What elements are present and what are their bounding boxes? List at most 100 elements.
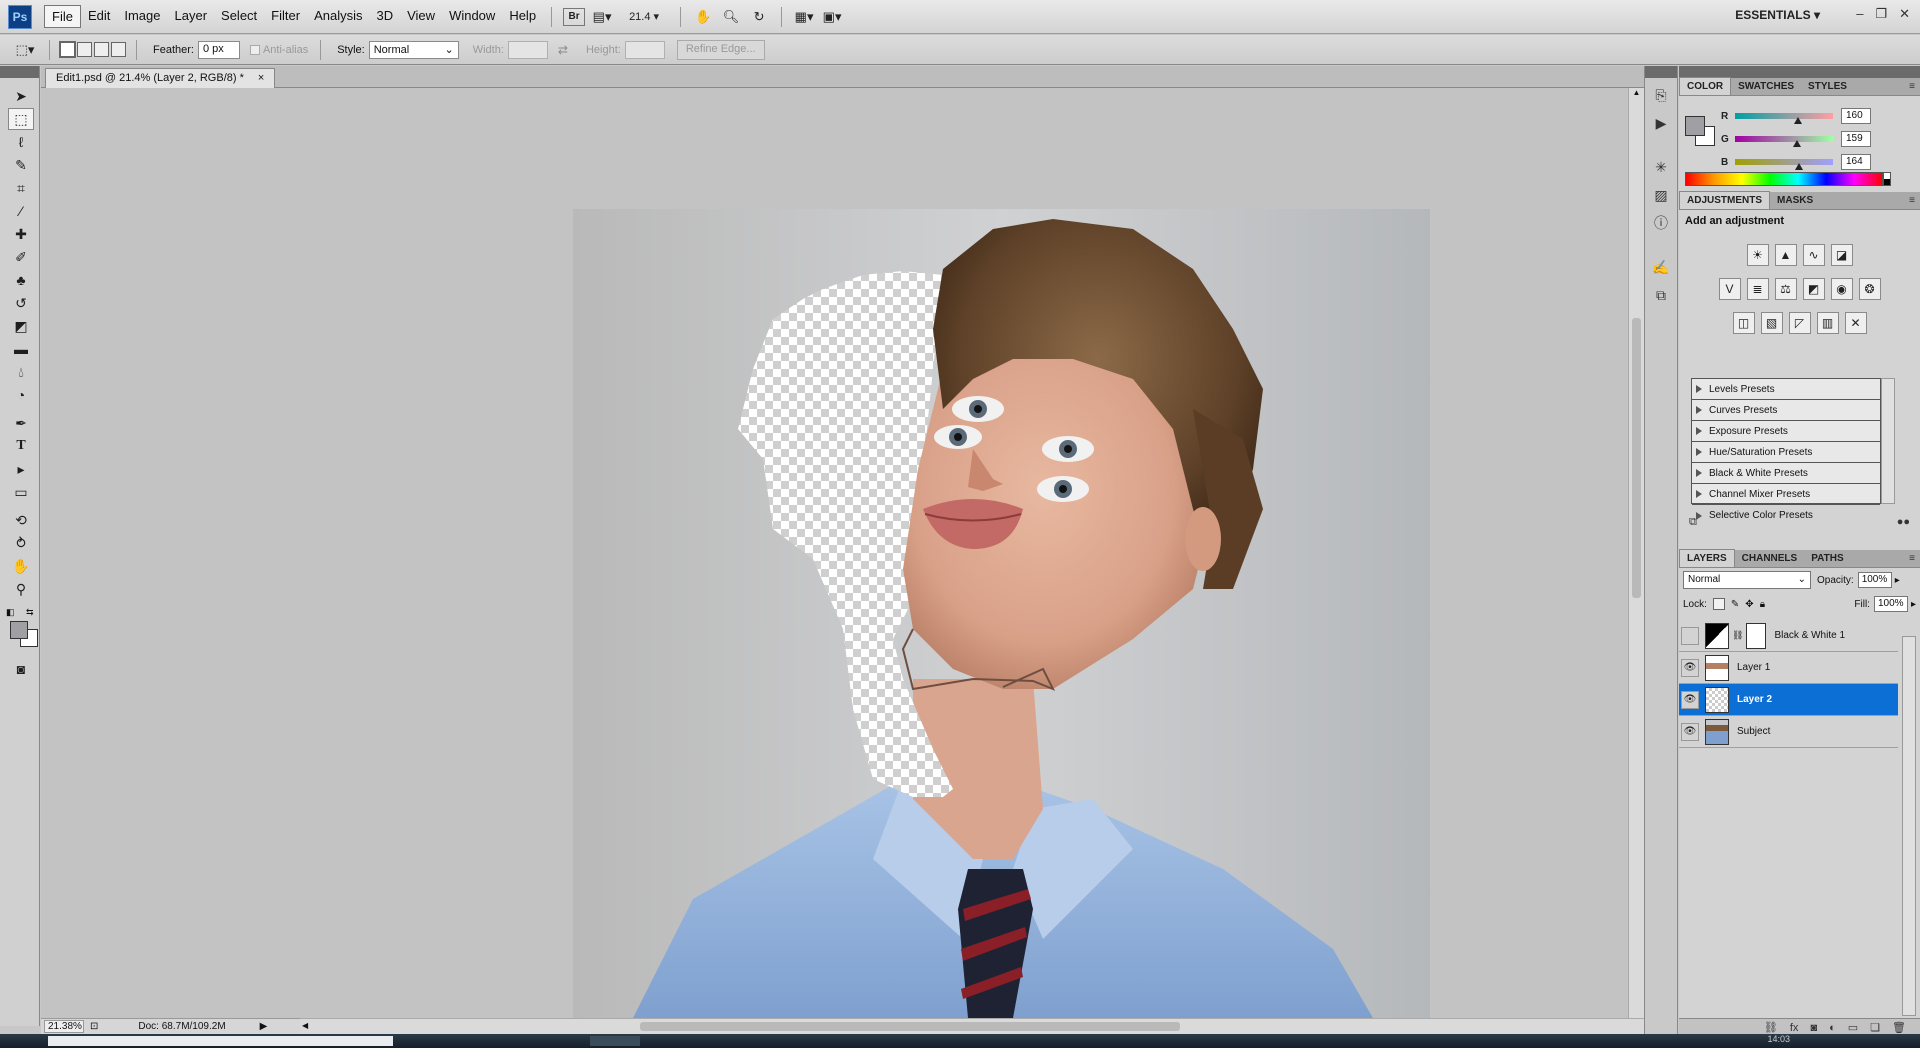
zoom-tool-icon[interactable]: 🔍︎: [720, 6, 742, 28]
eye-icon[interactable]: 👁︎: [1681, 658, 1699, 677]
presets-scrollbar[interactable]: [1881, 378, 1895, 504]
color-foreground-swatch[interactable]: [1685, 116, 1705, 136]
tools-panel-header[interactable]: [0, 66, 39, 78]
swap-colors-icon[interactable]: ⇆: [26, 607, 34, 618]
subtract-selection-button[interactable]: [94, 42, 109, 57]
fill-arrow-icon[interactable]: ▸: [1911, 599, 1916, 610]
new-adjustment-layer-icon[interactable]: ◐: [1829, 1022, 1836, 1034]
add-mask-icon[interactable]: ◙: [1810, 1022, 1817, 1034]
layers-scrollbar[interactable]: [1902, 636, 1916, 1016]
navigator-panel-icon[interactable]: ✳: [1649, 156, 1673, 178]
pen-tool-icon[interactable]: ✒: [8, 412, 34, 434]
opacity-arrow-icon[interactable]: ▸: [1895, 575, 1900, 586]
rectangular-marquee-tool-icon[interactable]: ⬚: [8, 108, 34, 130]
preset-item[interactable]: Curves Presets: [1692, 400, 1880, 421]
delete-layer-icon[interactable]: 🗑︎: [1892, 1021, 1906, 1034]
preset-item[interactable]: Exposure Presets: [1692, 421, 1880, 442]
lock-pixels-icon[interactable]: ✎: [1731, 599, 1739, 610]
antialias-checkbox[interactable]: [249, 44, 260, 55]
status-menu-icon[interactable]: ▶: [260, 1021, 268, 1032]
marquee-preset-icon[interactable]: ⬚▾: [14, 39, 36, 61]
path-selection-tool-icon[interactable]: ▸: [8, 458, 34, 480]
taskbar-item[interactable]: [590, 1036, 640, 1046]
new-selection-button[interactable]: [59, 41, 76, 58]
color-spectrum-ramp[interactable]: [1685, 172, 1883, 186]
red-value-input[interactable]: 160: [1841, 108, 1871, 124]
menu-window[interactable]: Window: [442, 5, 502, 28]
bridge-button[interactable]: Br: [563, 7, 586, 26]
healing-brush-tool-icon[interactable]: ✚: [8, 223, 34, 245]
quick-mask-icon[interactable]: ◙: [8, 658, 34, 680]
preset-item[interactable]: Levels Presets: [1692, 379, 1880, 400]
zoom-level-dropdown[interactable]: 21.4 ▾: [619, 6, 669, 28]
horizontal-scrollbar[interactable]: ◀: [300, 1018, 1644, 1034]
tab-color[interactable]: COLOR: [1679, 77, 1732, 95]
quick-selection-tool-icon[interactable]: ✎: [8, 154, 34, 176]
black-white-icon[interactable]: ◩: [1802, 278, 1825, 300]
panel-menu-icon[interactable]: ≡: [1909, 553, 1915, 564]
info-panel-icon[interactable]: ⓘ: [1649, 212, 1673, 234]
foreground-color-swatch[interactable]: [10, 621, 28, 639]
lock-position-icon[interactable]: ✥: [1745, 599, 1753, 610]
actions-panel-icon[interactable]: ▶: [1649, 112, 1673, 134]
history-brush-tool-icon[interactable]: ↺: [8, 292, 34, 314]
eye-icon[interactable]: 👁︎: [1681, 722, 1699, 741]
eyedropper-tool-icon[interactable]: ⁄: [8, 200, 34, 222]
gradient-tool-icon[interactable]: ▬: [8, 338, 34, 360]
fill-input[interactable]: 100%: [1873, 596, 1908, 612]
blur-tool-icon[interactable]: 💧︎: [8, 361, 34, 383]
curves-icon[interactable]: ∿: [1802, 244, 1825, 266]
layer-mask-thumbnail[interactable]: [1746, 622, 1767, 649]
strip-header[interactable]: [1645, 66, 1677, 78]
posterize-icon[interactable]: ▧: [1760, 312, 1783, 334]
black-white-ramp[interactable]: [1883, 172, 1891, 186]
adjustment-options-icon[interactable]: ●●: [1897, 516, 1910, 532]
menu-view[interactable]: View: [400, 5, 442, 28]
panel-menu-icon[interactable]: ≡: [1909, 81, 1915, 92]
style-dropdown[interactable]: Normal ⌄: [368, 40, 459, 59]
feather-input[interactable]: 0 px: [197, 40, 240, 59]
layer-row-layer-1[interactable]: 👁︎ Layer 1: [1679, 652, 1898, 684]
brush-tool-icon[interactable]: ✐: [8, 246, 34, 268]
status-zoom-input[interactable]: 21.38%: [44, 1020, 84, 1033]
zoom-tool-icon[interactable]: ⚲: [8, 578, 34, 600]
layer-row-layer-2[interactable]: 👁︎ Layer 2: [1679, 684, 1898, 716]
horizontal-scroll-thumb[interactable]: [640, 1022, 1180, 1031]
status-info-icon[interactable]: ⊡: [90, 1021, 98, 1032]
invert-icon[interactable]: ◫: [1732, 312, 1755, 334]
gradient-map-icon[interactable]: ▥: [1816, 312, 1839, 334]
preset-item[interactable]: Black & White Presets: [1692, 463, 1880, 484]
height-input[interactable]: [624, 40, 665, 59]
default-colors-icon[interactable]: ◧: [6, 607, 15, 618]
lock-all-icon[interactable]: 🔒︎: [1760, 599, 1765, 610]
menu-layer[interactable]: Layer: [168, 5, 215, 28]
photo-filter-icon[interactable]: ◉: [1830, 278, 1853, 300]
menu-file[interactable]: File: [44, 5, 81, 28]
menu-filter[interactable]: Filter: [264, 5, 307, 28]
add-to-selection-button[interactable]: [77, 42, 92, 57]
width-input[interactable]: [507, 40, 548, 59]
blue-slider[interactable]: [1735, 159, 1833, 170]
rotate-view-icon[interactable]: ↻: [748, 6, 770, 28]
tab-styles[interactable]: STYLES: [1801, 78, 1854, 95]
green-slider[interactable]: [1735, 136, 1833, 147]
selective-color-icon[interactable]: ✕: [1844, 312, 1867, 334]
preset-item[interactable]: Channel Mixer Presets: [1692, 484, 1880, 505]
panel-menu-icon[interactable]: ≡: [1909, 195, 1915, 206]
3d-rotate-tool-icon[interactable]: ⟲: [8, 509, 34, 531]
layer-row-subject[interactable]: 👁︎ Subject: [1679, 716, 1898, 748]
move-tool-icon[interactable]: ➤: [8, 85, 34, 107]
preset-item[interactable]: Hue/Saturation Presets: [1692, 442, 1880, 463]
blue-slider-thumb[interactable]: [1795, 163, 1803, 170]
lasso-tool-icon[interactable]: ℓ: [8, 131, 34, 153]
arrange-documents-icon[interactable]: ▦▾: [793, 6, 815, 28]
document-image[interactable]: [573, 209, 1430, 1018]
new-group-icon[interactable]: ▭: [1848, 1021, 1858, 1034]
levels-icon[interactable]: ▲: [1774, 244, 1797, 266]
blend-mode-dropdown[interactable]: Normal ⌄: [1683, 571, 1811, 589]
tab-paths[interactable]: PATHS: [1804, 550, 1850, 567]
vibrance-icon[interactable]: V: [1718, 278, 1741, 300]
green-value-input[interactable]: 159: [1841, 131, 1871, 147]
type-tool-icon[interactable]: T: [8, 435, 34, 457]
visibility-toggle-off[interactable]: [1681, 626, 1699, 645]
